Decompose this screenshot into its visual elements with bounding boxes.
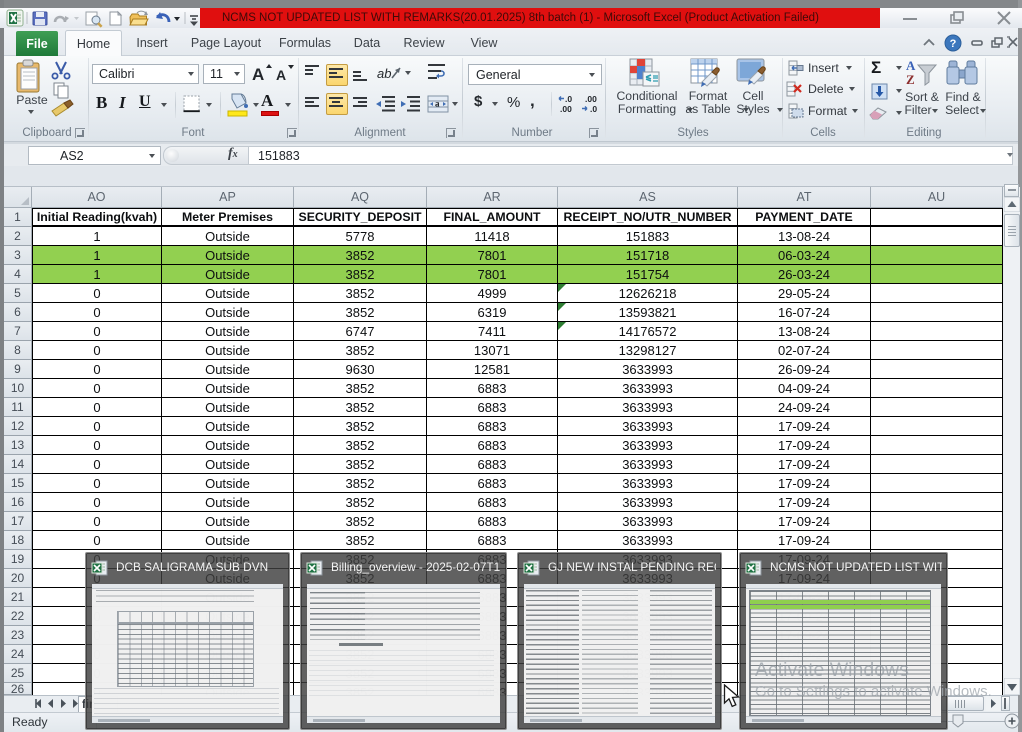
svg-text:a: a: [435, 99, 440, 109]
svg-text:ab: ab: [377, 66, 391, 81]
svg-text:A: A: [276, 67, 286, 83]
svg-text:.0: .0: [590, 104, 597, 114]
svg-text:Z: Z: [906, 72, 915, 87]
svg-text:.0: .0: [565, 94, 572, 104]
svg-text:?: ?: [950, 38, 957, 50]
svg-text:A: A: [252, 65, 264, 84]
svg-text:A: A: [906, 58, 916, 73]
svg-text:.00: .00: [585, 94, 597, 104]
svg-text:.00: .00: [560, 104, 572, 114]
